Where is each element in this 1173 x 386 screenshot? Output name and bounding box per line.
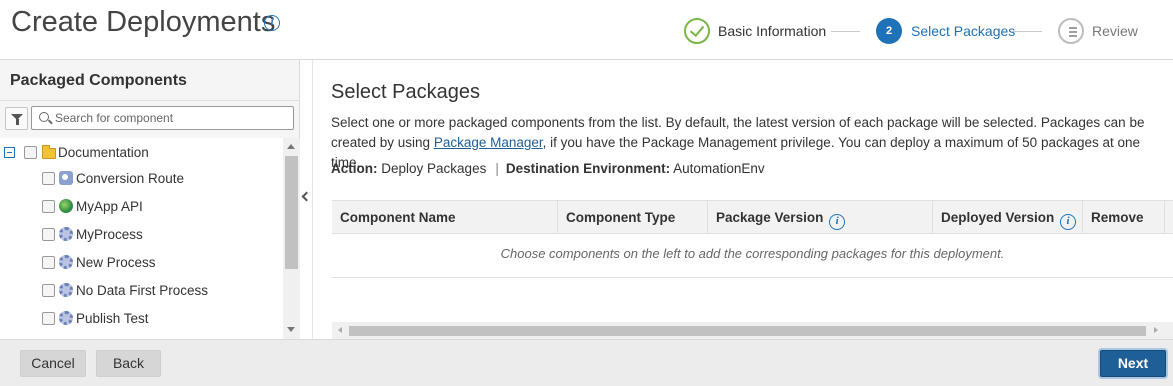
back-button[interactable]: Back <box>96 350 161 377</box>
list-item[interactable]: MyProcess <box>0 224 283 246</box>
packaged-components-panel: Packaged Components Documentation Conver… <box>0 60 300 339</box>
item-label: No Data First Process <box>76 283 209 298</box>
list-item[interactable]: Publish Test <box>0 308 283 330</box>
search-icon <box>39 112 49 122</box>
scroll-down-icon[interactable] <box>287 327 295 332</box>
step-connector <box>1011 31 1042 32</box>
destination-value: AutomationEnv <box>673 161 765 176</box>
deployment-meta: Action: Deploy Packages | Destination Envi… <box>331 161 765 176</box>
column-header-remove[interactable]: Remove <box>1083 201 1165 234</box>
search-box[interactable] <box>31 106 294 130</box>
action-value: Deploy Packages <box>381 161 487 176</box>
footer-bar: Cancel Back Next <box>0 339 1173 386</box>
empty-table-message: Choose components on the left to add the… <box>500 246 1005 261</box>
step-label-select-packages[interactable]: Select Packages <box>911 23 1015 39</box>
item-checkbox[interactable] <box>42 256 55 269</box>
item-checkbox[interactable] <box>42 228 55 241</box>
item-label: MyApp API <box>76 199 143 214</box>
cancel-button[interactable]: Cancel <box>20 350 86 377</box>
tree-folder-row[interactable]: Documentation <box>0 142 283 164</box>
column-header-deployed-version[interactable]: Deployed Version i <box>933 201 1083 234</box>
item-label: MyProcess <box>76 227 143 242</box>
step-complete-check-icon[interactable] <box>684 18 710 44</box>
scroll-right-icon[interactable] <box>1154 327 1158 333</box>
main-content: Select Packages Select one or more packa… <box>313 60 1173 339</box>
process-icon <box>59 255 73 269</box>
column-header-package-version[interactable]: Package Version i <box>708 201 933 234</box>
list-item[interactable]: MyApp API <box>0 196 283 218</box>
item-label: New Process <box>76 255 156 270</box>
next-button[interactable]: Next <box>1100 350 1166 377</box>
header: Create Deployments i Basic Information 2… <box>0 0 1173 60</box>
column-header-component-type[interactable]: Component Type <box>558 201 708 234</box>
table-header: Component Name Component Type Package Ve… <box>332 200 1173 234</box>
item-checkbox[interactable] <box>42 172 55 185</box>
divider <box>332 277 1173 278</box>
collapse-tree-icon[interactable] <box>4 147 15 158</box>
step-label-basic-information[interactable]: Basic Information <box>718 23 826 39</box>
step-number-2[interactable]: 2 <box>876 18 902 44</box>
divider <box>0 100 300 101</box>
folder-icon <box>42 145 56 159</box>
package-version-info-icon[interactable]: i <box>829 214 846 230</box>
step-connector <box>831 31 860 32</box>
step-label-review[interactable]: Review <box>1092 23 1138 39</box>
deployed-version-info-icon[interactable]: i <box>1060 214 1077 230</box>
component-tree: Documentation Conversion Route MyApp API… <box>0 138 283 339</box>
panel-title: Packaged Components <box>10 72 187 89</box>
scroll-up-icon[interactable] <box>287 144 295 149</box>
chevron-left-icon[interactable] <box>301 191 312 202</box>
table-horizontal-scrollbar[interactable] <box>332 322 1173 339</box>
meta-separator: | <box>495 161 499 176</box>
step-review-list-icon[interactable] <box>1058 18 1084 44</box>
package-manager-link[interactable]: Package Manager <box>434 135 543 150</box>
collapse-panel-handle[interactable] <box>300 60 313 339</box>
route-icon <box>59 171 73 185</box>
process-icon <box>59 227 73 241</box>
scroll-thumb[interactable] <box>285 156 298 269</box>
packages-table: Component Name Component Type Package Ve… <box>332 200 1173 278</box>
tree-scrollbar[interactable] <box>283 138 300 339</box>
api-icon <box>59 199 73 213</box>
folder-label: Documentation <box>58 145 149 160</box>
process-icon <box>59 283 73 297</box>
title-info-icon[interactable]: i <box>264 15 280 31</box>
list-item[interactable]: Conversion Route <box>0 168 283 190</box>
item-label: Conversion Route <box>76 171 185 186</box>
item-checkbox[interactable] <box>42 284 55 297</box>
destination-label: Destination Environment: <box>505 161 671 176</box>
scroll-thumb[interactable] <box>349 326 1146 336</box>
process-icon <box>59 311 73 325</box>
list-item[interactable]: New Process <box>0 252 283 274</box>
list-item[interactable]: No Data First Process <box>0 280 283 302</box>
section-title: Select Packages <box>331 81 480 103</box>
filter-icon[interactable] <box>5 107 28 130</box>
item-checkbox[interactable] <box>42 200 55 213</box>
item-checkbox[interactable] <box>42 312 55 325</box>
search-input[interactable] <box>55 109 290 127</box>
item-label: Publish Test <box>76 311 149 326</box>
folder-checkbox[interactable] <box>24 146 37 159</box>
action-label: Action: <box>331 161 378 176</box>
column-header-component-name[interactable]: Component Name <box>332 201 558 234</box>
scroll-left-icon[interactable] <box>338 327 342 333</box>
page-title: Create Deployments <box>11 6 276 38</box>
